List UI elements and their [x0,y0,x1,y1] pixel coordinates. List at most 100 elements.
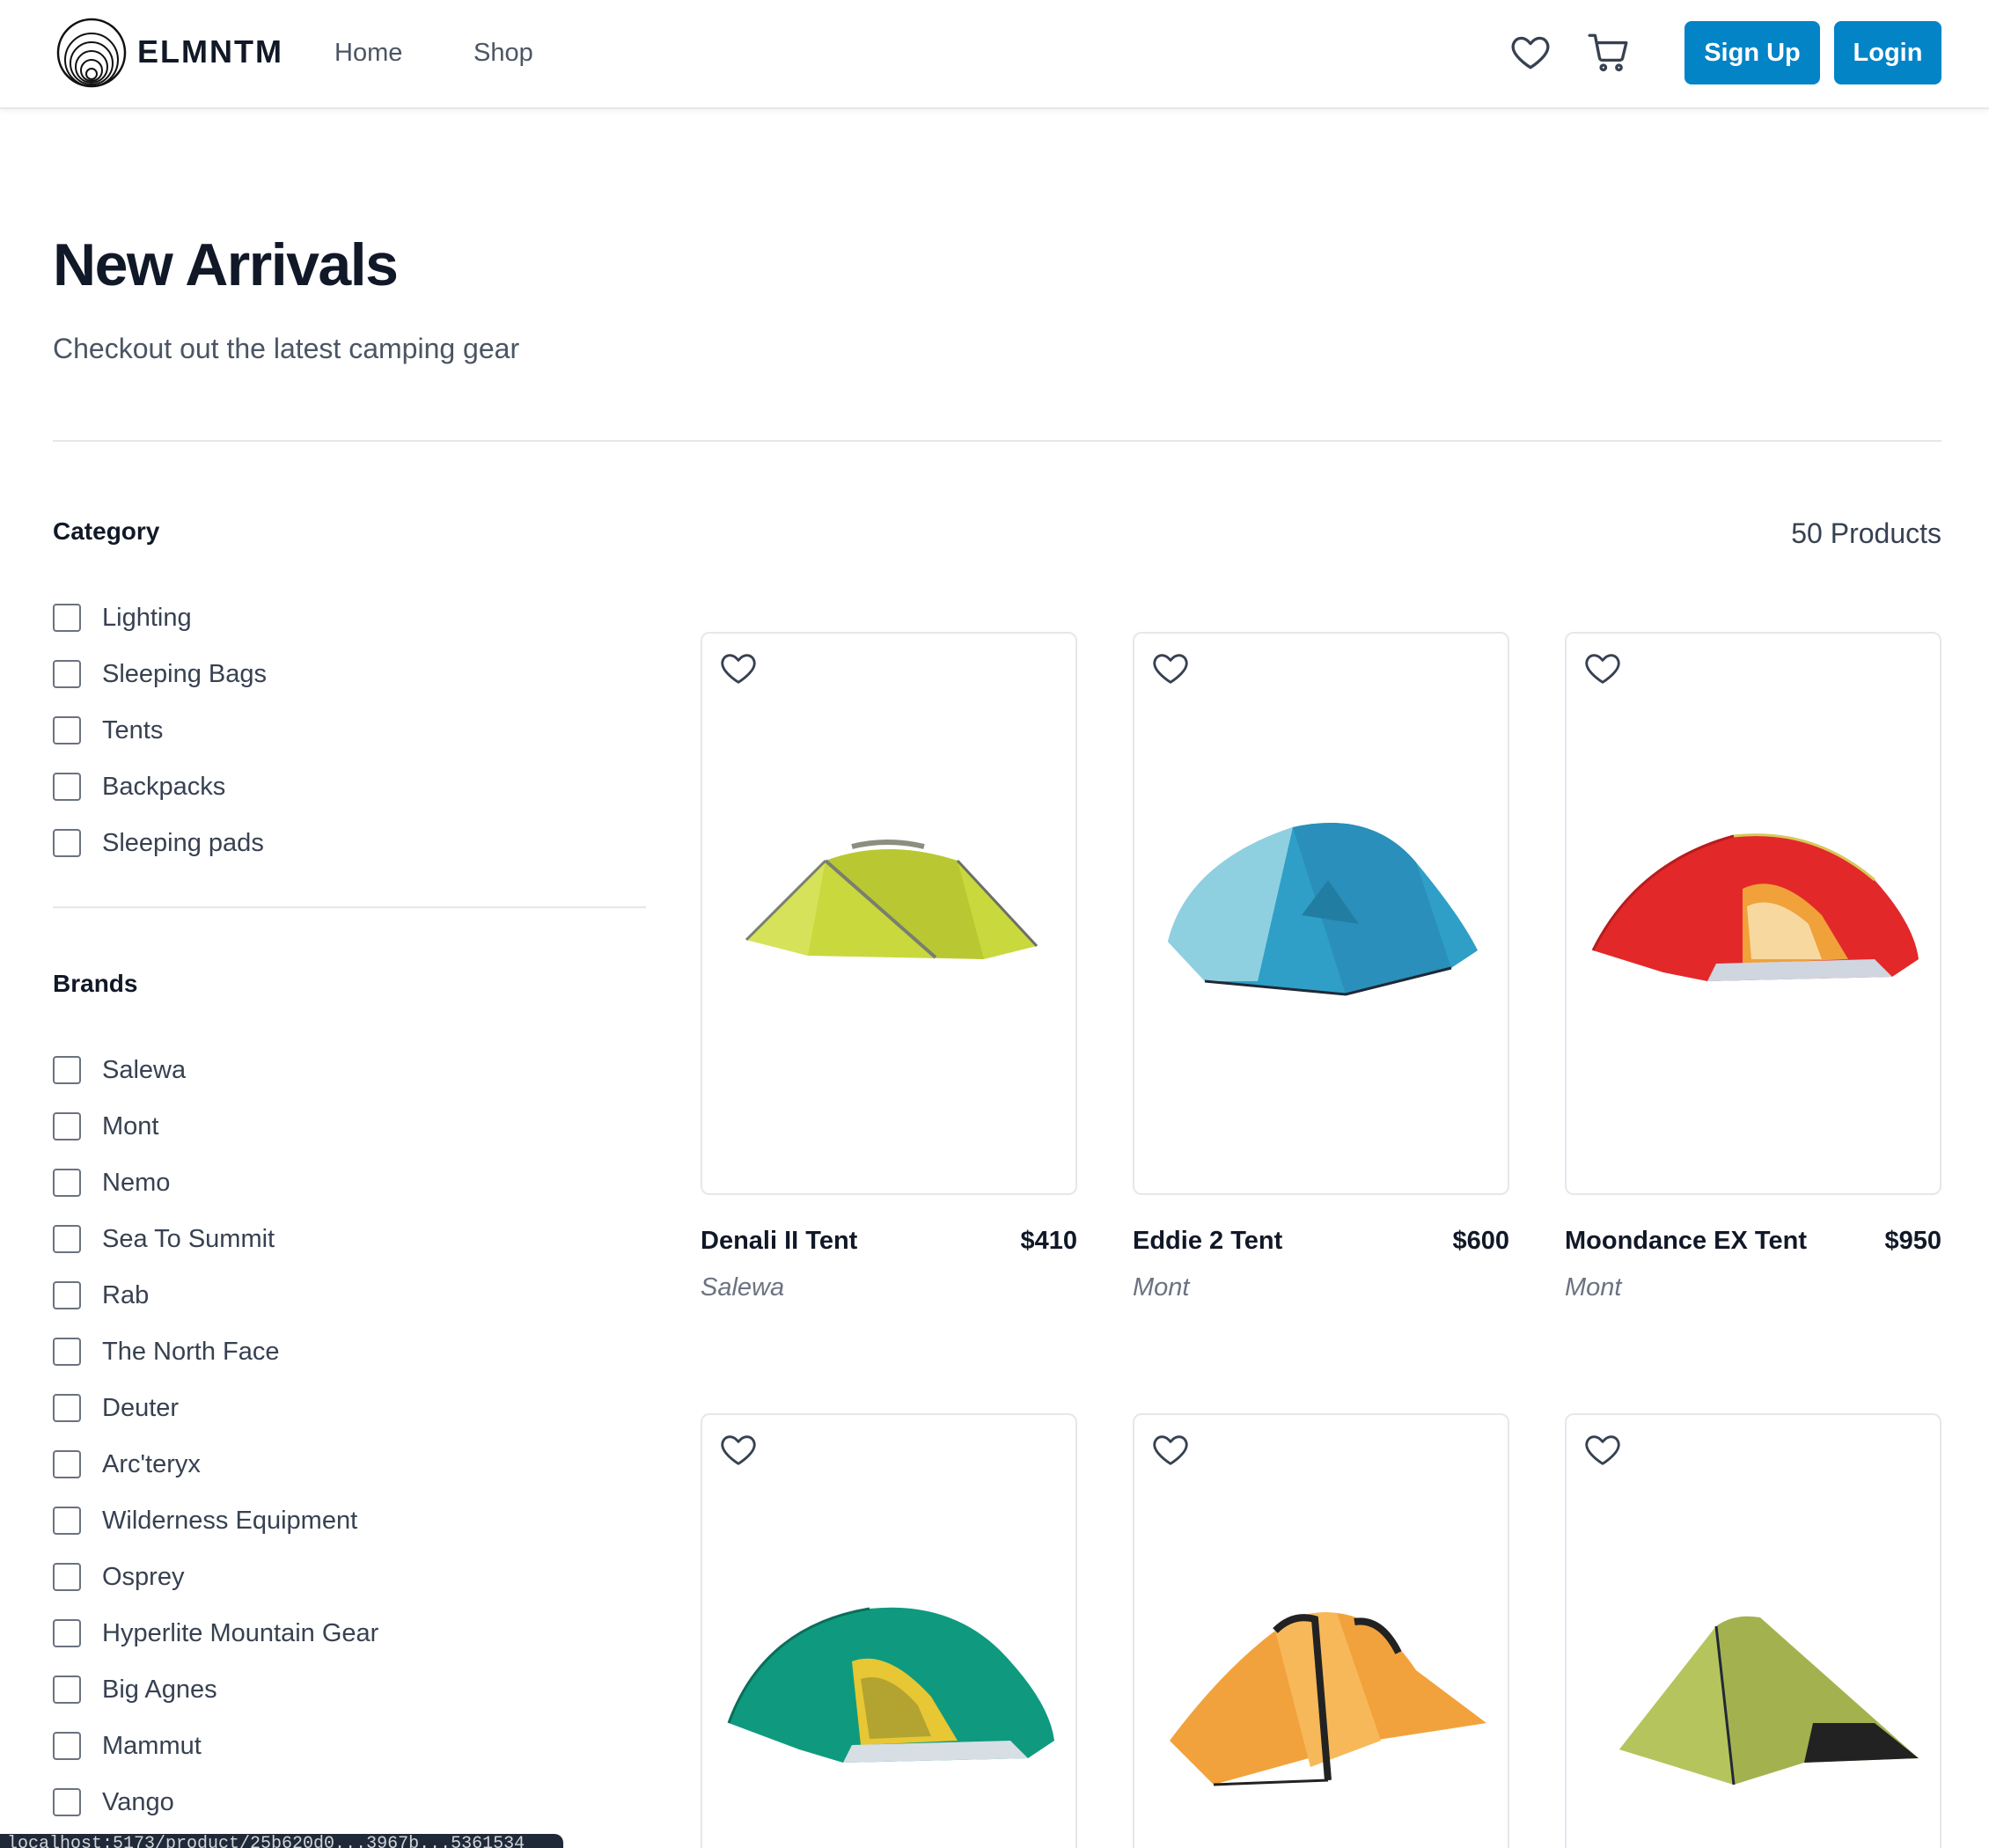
filter-label: Deuter [102,1393,180,1422]
divider [53,440,1941,442]
filter-label: Nemo [102,1168,171,1197]
checkbox[interactable] [53,1732,81,1760]
filter-label: Mont [102,1111,159,1140]
product-image[interactable] [1133,1413,1509,1848]
filter-item-nemo[interactable]: Nemo [53,1155,378,1211]
checkbox[interactable] [53,660,81,688]
filter-item-vango[interactable]: Vango [53,1774,378,1830]
heart-icon[interactable] [1150,1429,1191,1470]
filter-item-wilderness-equipment[interactable]: Wilderness Equipment [53,1492,378,1549]
nav-shop-link[interactable]: Shop [473,39,533,68]
filter-item-sea-to-summit[interactable]: Sea To Summit [53,1211,378,1267]
tent-image [745,840,1039,959]
filter-label: Lighting [102,603,192,632]
checkbox[interactable] [53,1112,81,1140]
sidebar-divider [53,906,646,908]
login-button[interactable]: Login [1834,21,1941,84]
checkbox[interactable] [53,1563,81,1591]
filter-item-hyperlite-mountain-gear[interactable]: Hyperlite Mountain Gear [53,1605,378,1661]
product-card[interactable]: Moondance EX Tent $950 Mont [1565,632,1941,1302]
heart-icon[interactable] [1582,648,1623,688]
checkbox[interactable] [53,829,81,857]
checkbox[interactable] [53,604,81,632]
filter-label: Hyperlite Mountain Gear [102,1618,379,1647]
filter-item-arcteryx[interactable]: Arc'teryx [53,1436,378,1492]
checkbox[interactable] [53,1169,81,1197]
filter-label: Big Agnes [102,1675,217,1704]
checkbox[interactable] [53,1394,81,1422]
heart-icon[interactable] [718,1429,759,1470]
brands-filter-list: Salewa Mont Nemo Sea To Summit Rab The N… [53,1042,378,1830]
category-filter-title: Category [53,517,160,545]
cart-icon[interactable] [1586,30,1630,74]
checkbox[interactable] [53,716,81,744]
product-image[interactable] [701,632,1077,1195]
heart-icon[interactable] [718,648,759,688]
filter-item-sleeping-bags[interactable]: Sleeping Bags [53,646,267,702]
product-card[interactable] [1565,1413,1941,1848]
product-image[interactable] [1565,632,1941,1195]
product-name[interactable]: Eddie 2 Tent [1133,1227,1282,1256]
filter-item-rab[interactable]: Rab [53,1267,378,1324]
category-filter-list: Lighting Sleeping Bags Tents Backpacks S… [53,590,267,871]
filter-label: Backpacks [102,772,226,801]
tent-image [1619,1616,1919,1786]
product-brand: Mont [1133,1273,1190,1302]
product-card[interactable]: Denali II Tent $410 Salewa [701,632,1077,1302]
filter-label: Osprey [102,1562,185,1591]
brand-name[interactable]: ELMNTM [137,33,283,70]
filter-item-osprey[interactable]: Osprey [53,1549,378,1605]
filter-item-mammut[interactable]: Mammut [53,1718,378,1774]
filter-item-mont[interactable]: Mont [53,1098,378,1155]
heart-icon[interactable] [1150,648,1191,688]
product-name[interactable]: Denali II Tent [701,1227,857,1256]
filter-item-tents[interactable]: Tents [53,702,267,759]
page-title: New Arrivals [53,231,399,298]
checkbox[interactable] [53,1676,81,1704]
product-price: $600 [1452,1227,1509,1255]
logo-icon[interactable] [56,18,127,88]
checkbox[interactable] [53,1619,81,1647]
filter-item-the-north-face[interactable]: The North Face [53,1324,378,1380]
tent-image [1170,1612,1486,1786]
filter-item-backpacks[interactable]: Backpacks [53,759,267,815]
product-brand: Mont [1565,1273,1622,1302]
product-card[interactable] [1133,1413,1509,1848]
filter-label: Arc'teryx [102,1449,201,1478]
product-image[interactable] [1133,632,1509,1195]
nav-home-link[interactable]: Home [334,39,402,68]
page-subtitle: Checkout out the latest camping gear [53,333,520,364]
filter-label: Mammut [102,1731,202,1760]
checkbox[interactable] [53,1450,81,1478]
top-navbar: ELMNTM Home Shop Sign Up Login [0,0,1989,109]
filter-item-sleeping-pads[interactable]: Sleeping pads [53,815,267,871]
product-price: $950 [1884,1227,1941,1255]
filter-item-lighting[interactable]: Lighting [53,590,267,646]
status-bar: localhost:5173/product/25b620d0...3967b.… [0,1834,563,1848]
checkbox[interactable] [53,1281,81,1309]
filter-label: The North Face [102,1337,280,1366]
checkbox[interactable] [53,1338,81,1366]
sign-up-button[interactable]: Sign Up [1684,21,1820,84]
product-image[interactable] [1565,1413,1941,1848]
heart-icon[interactable] [1508,30,1552,74]
filter-item-big-agnes[interactable]: Big Agnes [53,1661,378,1718]
product-name[interactable]: Moondance EX Tent [1565,1227,1807,1256]
heart-icon[interactable] [1582,1429,1623,1470]
checkbox[interactable] [53,773,81,801]
product-image[interactable] [701,1413,1077,1848]
tent-image [1591,833,1919,981]
filter-label: Wilderness Equipment [102,1506,358,1535]
product-card[interactable] [701,1413,1077,1848]
checkbox[interactable] [53,1056,81,1084]
filter-label: Rab [102,1280,150,1309]
filter-item-salewa[interactable]: Salewa [53,1042,378,1098]
checkbox[interactable] [53,1507,81,1535]
checkbox[interactable] [53,1788,81,1816]
checkbox[interactable] [53,1225,81,1253]
filter-label: Salewa [102,1055,187,1084]
brands-filter-title: Brands [53,970,138,997]
product-card[interactable]: Eddie 2 Tent $600 Mont [1133,632,1509,1302]
filter-item-deuter[interactable]: Deuter [53,1380,378,1436]
tent-image [727,1607,1054,1763]
